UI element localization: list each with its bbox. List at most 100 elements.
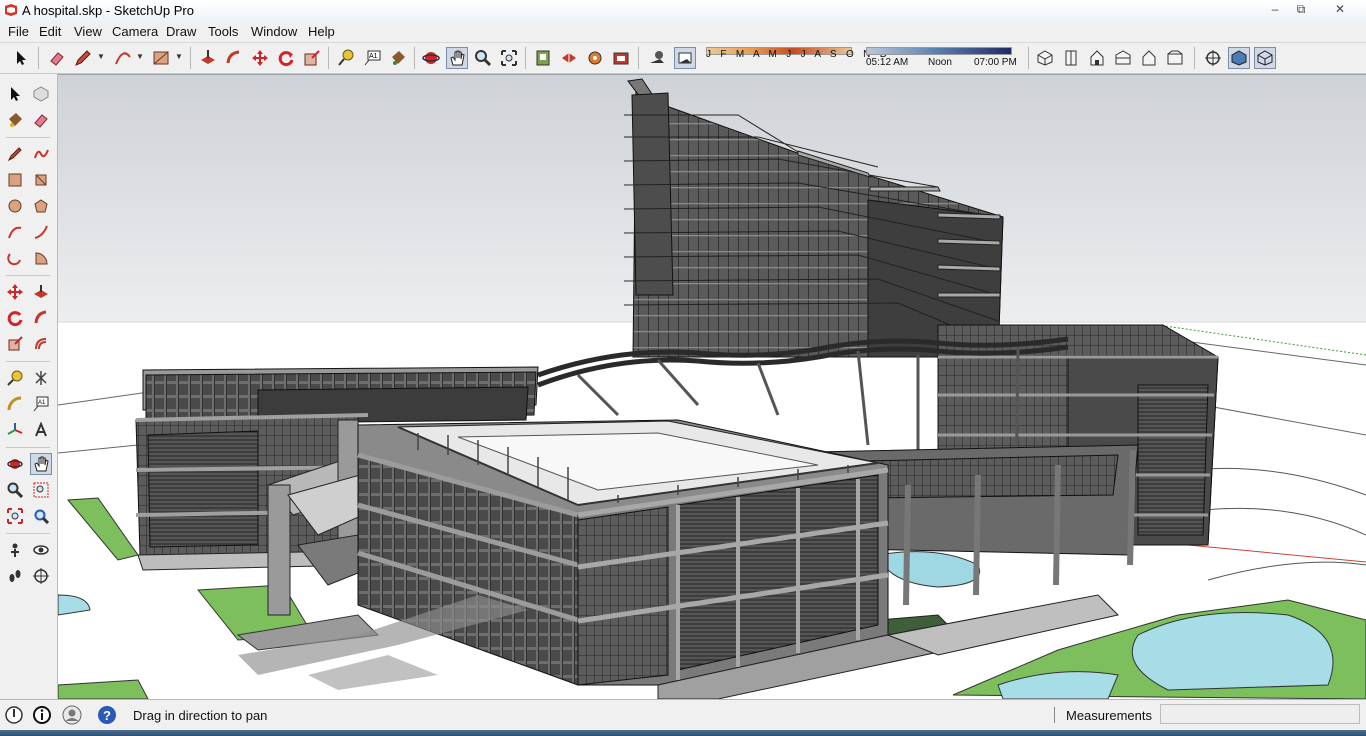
rectangle-icon[interactable] [4,169,26,191]
pencil-dropdown-arrow[interactable]: ▼ [97,52,105,61]
front-view-icon[interactable] [1086,47,1108,69]
extension-warehouse-icon[interactable] [610,47,632,69]
menu-camera[interactable]: Camera [110,24,160,39]
offset-icon[interactable] [30,333,52,355]
orbit-icon[interactable] [4,453,26,475]
text-icon[interactable]: A1 [30,393,52,415]
parallel-projection-icon[interactable] [1254,47,1276,69]
shadow-time-start: 05:12 AM [866,57,909,68]
menu-bar: File Edit View Camera Draw Tools Window … [0,22,1366,43]
share-model-icon[interactable] [558,47,580,69]
walk-icon[interactable] [4,565,26,587]
zoom-extents-icon[interactable] [498,47,520,69]
top-view-icon[interactable] [1060,47,1082,69]
measurements-label: Measurements [1066,708,1152,723]
menu-edit[interactable]: Edit [37,24,63,39]
window-title: A hospital.skp - SketchUp Pro [22,3,194,18]
push-pull-icon[interactable] [197,47,219,69]
os-taskbar [0,730,1366,736]
shadows-toggle-icon[interactable] [646,47,668,69]
shadow-time-slider[interactable] [866,47,1012,55]
right-view-icon[interactable] [1112,47,1134,69]
menu-draw[interactable]: Draw [164,24,198,39]
maximize-button[interactable]: ⧉ [1288,1,1314,17]
scale-icon[interactable] [4,333,26,355]
zoom-extents-icon[interactable] [4,505,26,527]
axes-tool-icon[interactable] [4,419,26,441]
status-message: Drag in direction to pan [133,708,268,723]
scale-icon[interactable] [301,47,323,69]
protractor-icon[interactable] [4,393,26,415]
pencil-icon[interactable] [72,47,94,69]
menu-view[interactable]: View [72,24,104,39]
tape-measure-icon[interactable] [335,47,357,69]
move-icon[interactable] [249,47,271,69]
pie-icon[interactable] [30,247,52,269]
axes-icon[interactable] [30,367,52,389]
paint-bucket-icon[interactable] [387,47,409,69]
credits-info-icon[interactable] [32,705,52,725]
user-account-icon[interactable] [62,705,82,725]
follow-me-icon[interactable] [30,307,52,329]
paint-bucket-icon[interactable] [4,109,26,131]
two-point-arc-icon[interactable] [30,221,52,243]
share-component-icon[interactable] [584,47,606,69]
select-icon[interactable] [10,47,32,69]
push-pull-icon[interactable] [30,281,52,303]
model-viewport[interactable] [58,74,1366,699]
section-plane-icon[interactable] [30,565,52,587]
help-instructor-icon[interactable]: ? [97,705,117,725]
menu-help[interactable]: Help [306,24,337,39]
menu-tools[interactable]: Tools [206,24,240,39]
rotated-rectangle-icon[interactable] [30,169,52,191]
status-bar: ? Drag in direction to pan Measurements [0,699,1366,731]
3d-text-icon[interactable] [30,419,52,441]
left-view-icon[interactable] [1164,47,1186,69]
rectangle-icon[interactable] [150,47,172,69]
arc-icon[interactable] [112,47,134,69]
freehand-icon[interactable] [30,143,52,165]
menu-file[interactable]: File [6,24,31,39]
arc-icon[interactable] [4,221,26,243]
measurements-input[interactable] [1160,704,1360,724]
position-camera-icon[interactable] [4,539,26,561]
pan-icon[interactable] [30,453,52,475]
move-icon[interactable] [4,281,26,303]
rotate-icon[interactable] [4,307,26,329]
follow-me-icon[interactable] [223,47,245,69]
shadow-time-noon: Noon [928,57,952,68]
dimension-text-icon[interactable]: A1 [361,47,383,69]
eraser-icon[interactable] [46,47,68,69]
previous-view-icon[interactable] [30,505,52,527]
rotate-icon[interactable] [275,47,297,69]
perspective-icon[interactable] [1228,47,1250,69]
zoom-icon[interactable] [472,47,494,69]
arc-dropdown-arrow[interactable]: ▼ [136,52,144,61]
status-divider [1054,707,1055,723]
circle-icon[interactable] [4,195,26,217]
select-icon[interactable] [4,83,26,105]
make-component-icon[interactable] [30,83,52,105]
pan-icon[interactable] [446,47,468,69]
shadow-settings-icon[interactable] [674,47,696,69]
zoom-icon[interactable] [4,479,26,501]
orbit-icon[interactable] [420,47,442,69]
close-button[interactable]: ✕ [1326,1,1354,17]
three-point-arc-icon[interactable] [4,247,26,269]
zoom-window-icon[interactable] [30,479,52,501]
get-models-icon[interactable] [532,47,554,69]
position-camera-icon[interactable] [1202,47,1224,69]
iso-view-icon[interactable] [1034,47,1056,69]
rectangle-dropdown-arrow[interactable]: ▼ [175,52,183,61]
line-icon[interactable] [4,143,26,165]
look-around-icon[interactable] [30,539,52,561]
minimize-button[interactable]: – [1262,1,1288,17]
eraser-icon[interactable] [30,109,52,131]
tape-measure-icon[interactable] [4,367,26,389]
geo-location-icon[interactable] [4,705,24,725]
back-view-icon[interactable] [1138,47,1160,69]
menu-window[interactable]: Window [249,24,299,39]
svg-text:A1: A1 [369,53,378,60]
svg-text:?: ? [103,708,111,723]
polygon-icon[interactable] [30,195,52,217]
